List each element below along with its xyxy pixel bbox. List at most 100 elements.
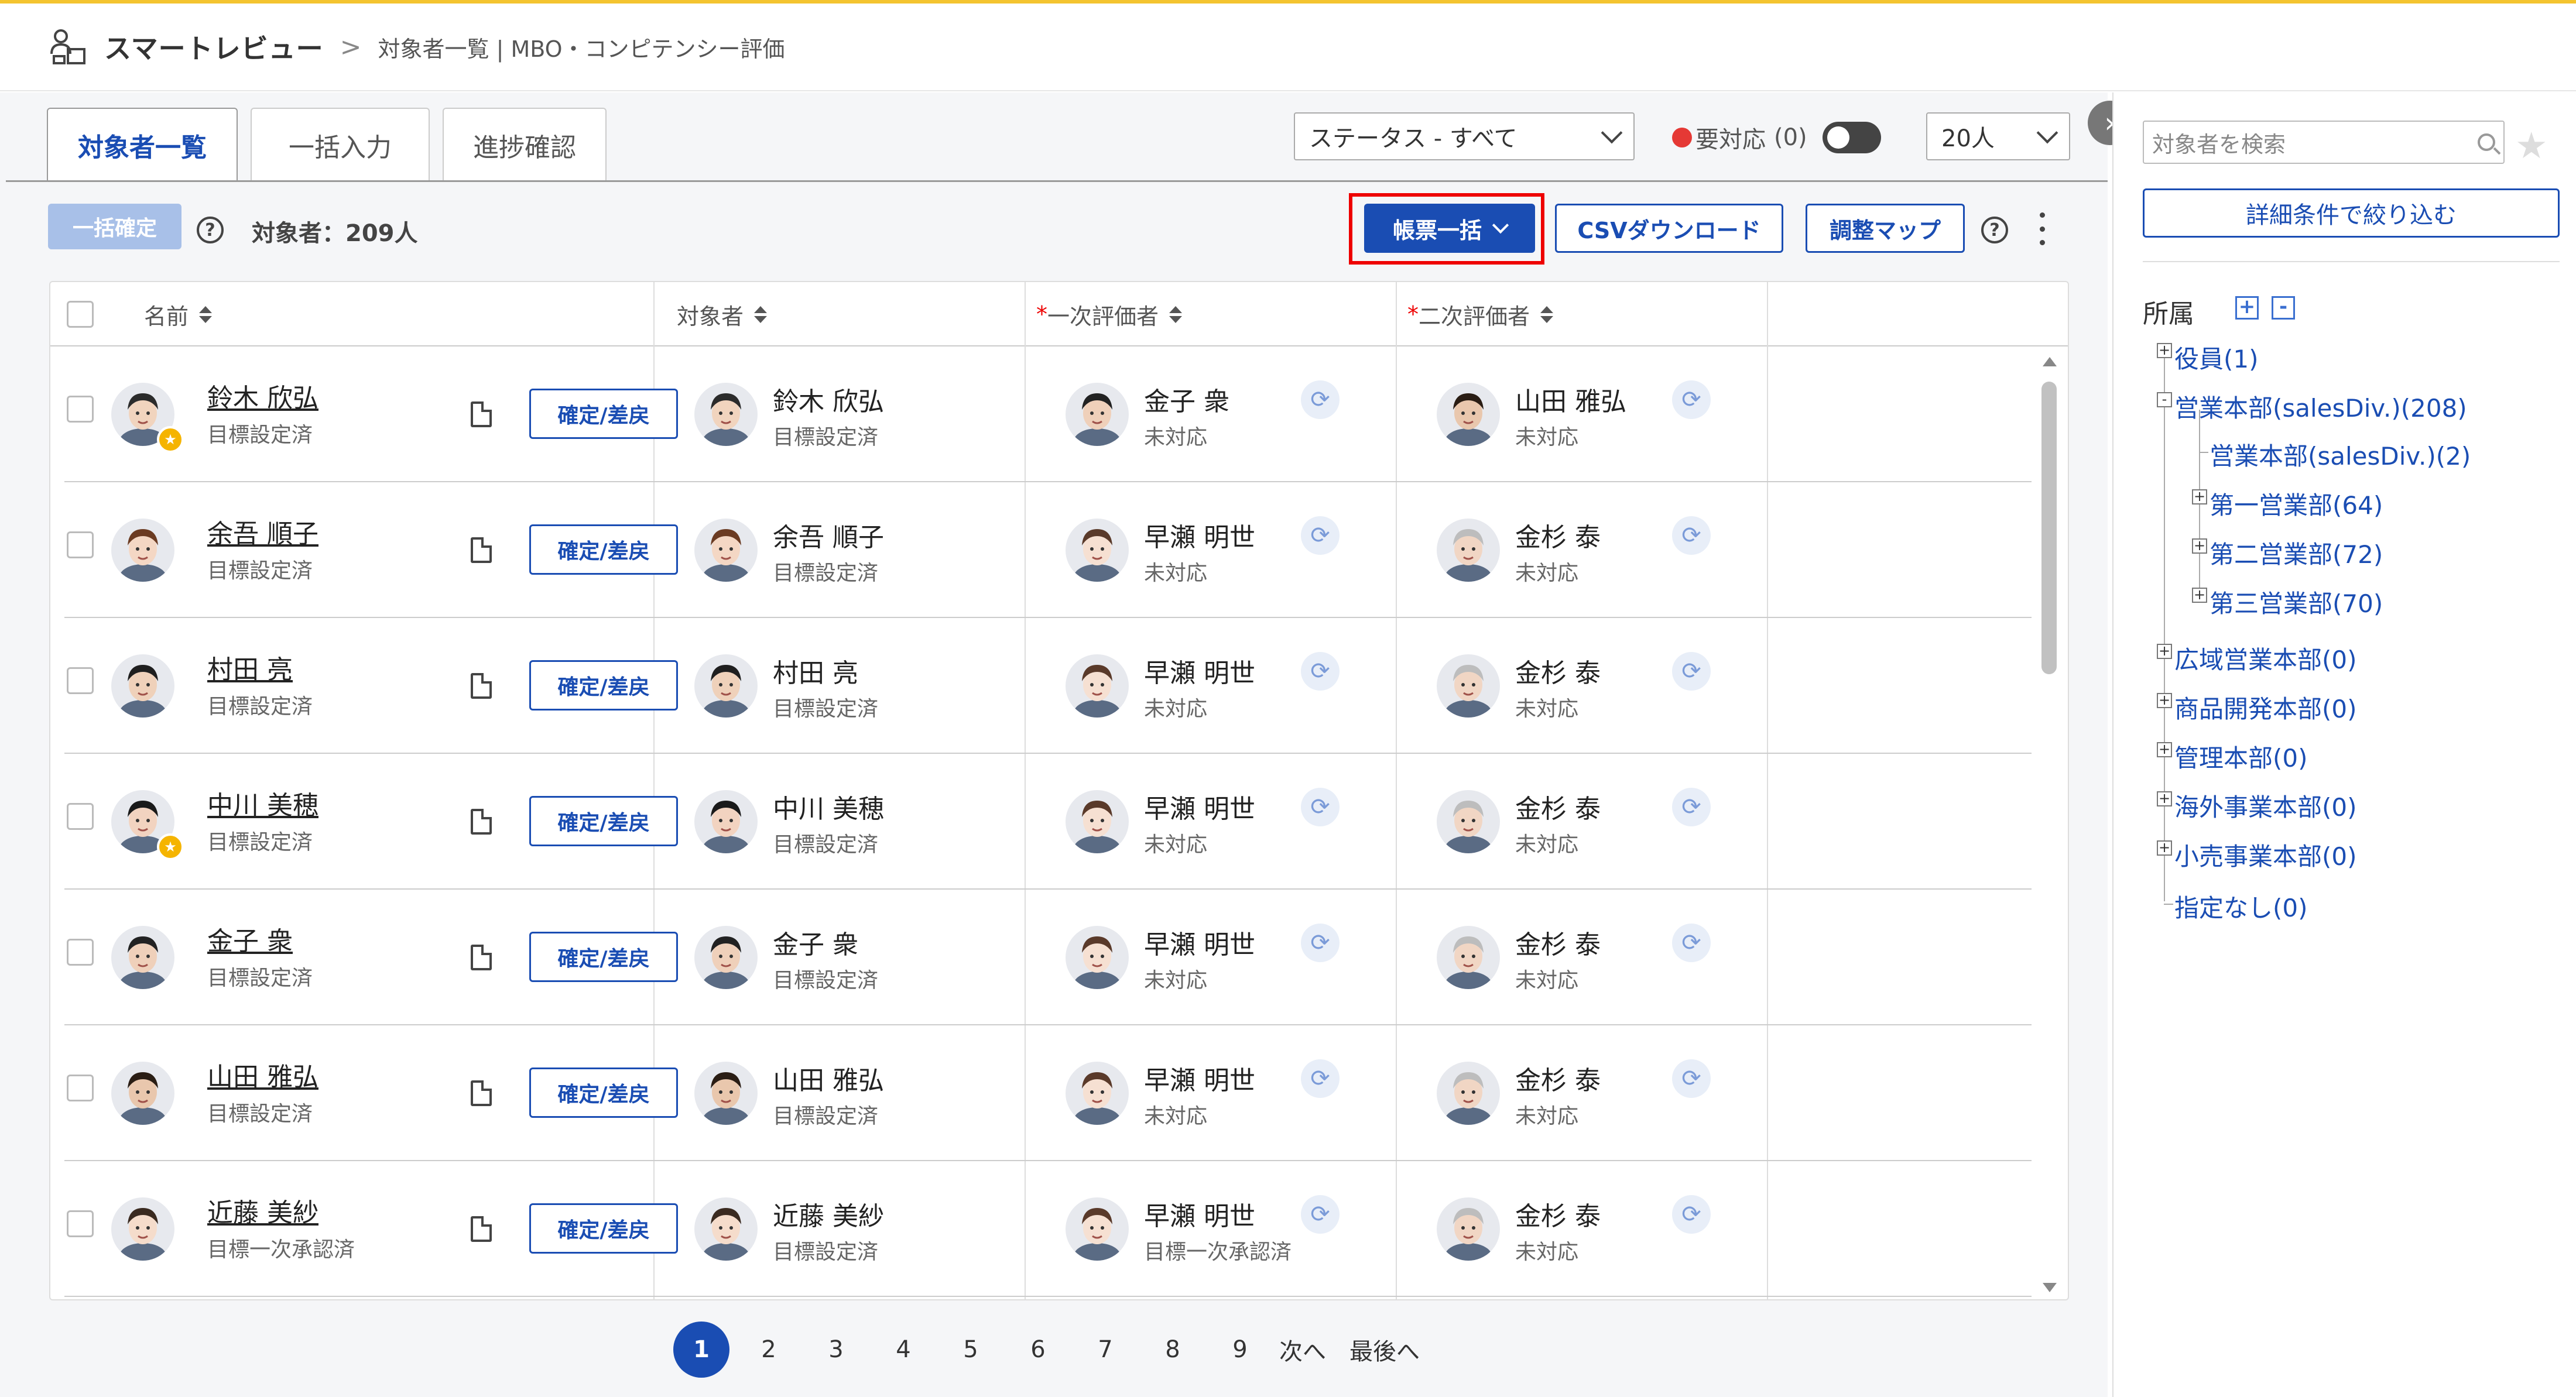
sort-icon[interactable] <box>199 306 213 323</box>
help-icon[interactable]: ? <box>197 217 224 243</box>
change-evaluator-icon[interactable]: ⟳ <box>1301 924 1340 962</box>
tab-bulk-input[interactable]: 一括入力 <box>251 108 430 181</box>
row-checkbox[interactable] <box>67 396 94 423</box>
subject-name-link[interactable]: 余吾 順子 <box>207 513 318 550</box>
tree-node[interactable]: 営業本部(salesDiv.)(2) <box>2210 437 2471 472</box>
sort-icon[interactable] <box>754 306 768 323</box>
page-7[interactable]: 7 <box>1077 1322 1133 1378</box>
row-checkbox[interactable] <box>67 1210 94 1237</box>
vertical-scrollbar[interactable] <box>2032 346 2067 1295</box>
detail-filter-button[interactable]: 詳細条件で絞り込む <box>2143 188 2560 238</box>
row-checkbox[interactable] <box>67 1075 94 1101</box>
change-evaluator-icon[interactable]: ⟳ <box>1672 516 1711 555</box>
document-icon[interactable] <box>471 537 492 563</box>
select-all-checkbox[interactable] <box>67 282 94 346</box>
expand-node-icon[interactable]: + <box>2157 343 2172 358</box>
confirm-reject-button[interactable]: 確定/差戻 <box>529 932 678 982</box>
subject-name-link[interactable]: 金子 衆 <box>207 920 293 957</box>
change-evaluator-icon[interactable]: ⟳ <box>1301 652 1340 691</box>
collapse-node-icon[interactable]: - <box>2157 392 2172 407</box>
row-checkbox[interactable] <box>67 531 94 558</box>
tree-node[interactable]: 管理本部(0) <box>2174 739 2308 774</box>
document-icon[interactable] <box>471 945 492 970</box>
subject-name-link[interactable]: 鈴木 欣弘 <box>207 377 318 414</box>
expand-all-icon[interactable]: + <box>2235 296 2259 320</box>
column-header-name[interactable]: 名前 <box>144 282 213 346</box>
document-icon[interactable] <box>471 673 492 699</box>
app-name[interactable]: スマートレビュー <box>104 28 324 66</box>
search-icon[interactable] <box>2478 133 2495 151</box>
page-size-select[interactable]: 20人 <box>1926 112 2070 160</box>
change-evaluator-icon[interactable]: ⟳ <box>1301 1059 1340 1098</box>
scroll-thumb[interactable] <box>2041 382 2057 674</box>
document-icon[interactable] <box>471 1080 492 1106</box>
confirm-reject-button[interactable]: 確定/差戻 <box>529 389 678 439</box>
expand-node-icon[interactable]: + <box>2157 742 2172 757</box>
subject-name-link[interactable]: 近藤 美紗 <box>207 1192 318 1229</box>
bulk-confirm-button[interactable]: 一括確定 <box>48 204 181 249</box>
subject-name-link[interactable]: 山田 雅弘 <box>207 1056 318 1093</box>
adjust-map-button[interactable]: 調整マップ <box>1806 204 1965 253</box>
change-evaluator-icon[interactable]: ⟳ <box>1672 1195 1711 1234</box>
csv-download-button[interactable]: CSVダウンロード <box>1555 204 1783 253</box>
expand-node-icon[interactable]: + <box>2157 791 2172 806</box>
row-checkbox[interactable] <box>67 803 94 830</box>
confirm-reject-button[interactable]: 確定/差戻 <box>529 524 678 575</box>
row-checkbox[interactable] <box>67 667 94 694</box>
tree-node[interactable]: 第二営業部(72) <box>2210 535 2383 571</box>
expand-node-icon[interactable]: + <box>2157 840 2172 856</box>
column-header-first-evaluator[interactable]: * 一次評価者 <box>1036 282 1183 346</box>
page-9[interactable]: 9 <box>1212 1322 1268 1378</box>
expand-node-icon[interactable]: + <box>2192 489 2207 504</box>
sort-icon[interactable] <box>1169 306 1183 323</box>
document-icon[interactable] <box>471 401 492 427</box>
next-page-link[interactable]: 次へ <box>1279 1333 1326 1367</box>
change-evaluator-icon[interactable]: ⟳ <box>1672 1059 1711 1098</box>
status-filter-select[interactable]: ステータス - すべて <box>1294 112 1635 160</box>
needs-action-toggle[interactable] <box>1822 122 1881 153</box>
page-4[interactable]: 4 <box>875 1322 931 1378</box>
confirm-reject-button[interactable]: 確定/差戻 <box>529 1068 678 1118</box>
help-icon[interactable]: ? <box>1981 217 2008 243</box>
subject-name-link[interactable]: 中川 美穂 <box>207 784 318 822</box>
collapse-all-icon[interactable]: - <box>2272 296 2295 320</box>
change-evaluator-icon[interactable]: ⟳ <box>1672 788 1711 826</box>
tree-node[interactable]: 指定なし(0) <box>2174 888 2308 924</box>
tree-node[interactable]: 小売事業本部(0) <box>2174 837 2357 873</box>
page-5[interactable]: 5 <box>943 1322 999 1378</box>
change-evaluator-icon[interactable]: ⟳ <box>1672 924 1711 962</box>
change-evaluator-icon[interactable]: ⟳ <box>1672 380 1711 419</box>
confirm-reject-button[interactable]: 確定/差戻 <box>529 796 678 846</box>
change-evaluator-icon[interactable]: ⟳ <box>1301 1195 1340 1234</box>
tree-node[interactable]: 広域営業本部(0) <box>2174 640 2357 676</box>
row-checkbox[interactable] <box>67 939 94 966</box>
tree-node[interactable]: 第三営業部(70) <box>2210 584 2383 620</box>
expand-node-icon[interactable]: + <box>2192 588 2207 603</box>
page-1[interactable]: 1 <box>673 1322 729 1378</box>
tree-node[interactable]: 海外事業本部(0) <box>2174 788 2357 823</box>
sort-icon[interactable] <box>1540 306 1554 323</box>
scroll-down-icon[interactable] <box>2043 1283 2057 1292</box>
change-evaluator-icon[interactable]: ⟳ <box>1672 652 1711 691</box>
document-icon[interactable] <box>471 1216 492 1242</box>
confirm-reject-button[interactable]: 確定/差戻 <box>529 660 678 710</box>
target-search-input[interactable]: 対象者を検索 <box>2143 121 2505 164</box>
page-8[interactable]: 8 <box>1145 1322 1201 1378</box>
change-evaluator-icon[interactable]: ⟳ <box>1301 516 1340 555</box>
tab-target-list[interactable]: 対象者一覧 <box>47 108 238 181</box>
subject-name-link[interactable]: 村田 亮 <box>207 648 293 686</box>
column-header-target[interactable]: 対象者 <box>677 282 768 346</box>
document-icon[interactable] <box>471 809 492 835</box>
page-2[interactable]: 2 <box>741 1322 797 1378</box>
expand-node-icon[interactable]: + <box>2192 538 2207 554</box>
more-menu-icon[interactable] <box>2039 212 2046 245</box>
confirm-reject-button[interactable]: 確定/差戻 <box>529 1203 678 1254</box>
scroll-up-icon[interactable] <box>2043 357 2057 366</box>
page-3[interactable]: 3 <box>808 1322 864 1378</box>
change-evaluator-icon[interactable]: ⟳ <box>1301 380 1340 419</box>
last-page-link[interactable]: 最後へ <box>1349 1333 1420 1367</box>
page-6[interactable]: 6 <box>1010 1322 1066 1378</box>
forms-bulk-button[interactable]: 帳票一括 <box>1364 204 1535 253</box>
tab-progress[interactable]: 進捗確認 <box>443 108 607 181</box>
tree-node[interactable]: 商品開発本部(0) <box>2174 689 2357 725</box>
